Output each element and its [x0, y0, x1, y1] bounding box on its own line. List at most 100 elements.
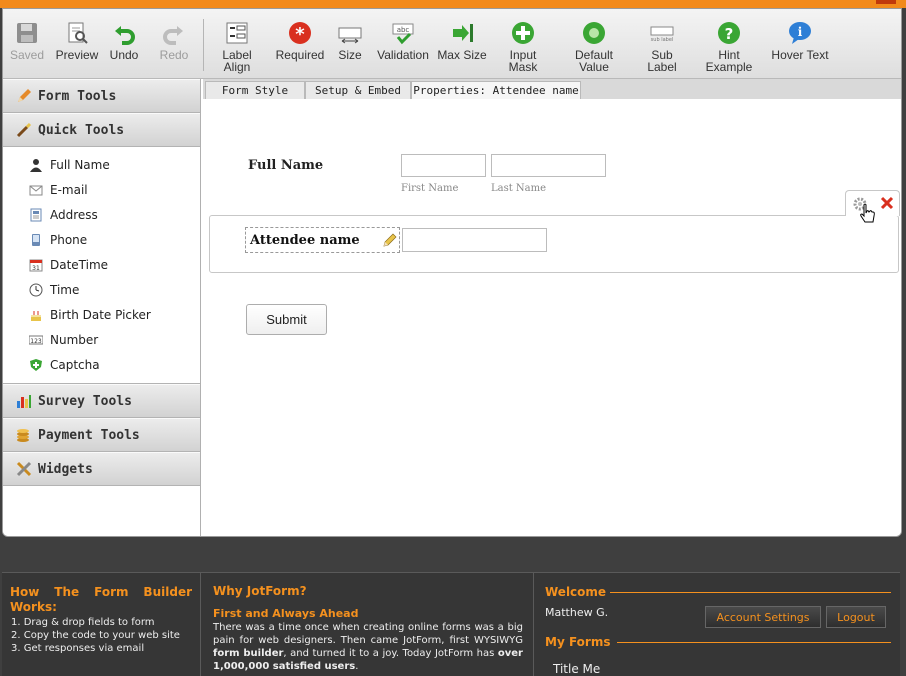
first-name-input[interactable] — [401, 154, 486, 177]
footer-user-name: Matthew G. — [545, 606, 609, 619]
tab-bar: Form Style Setup & Embed Properties: Att… — [203, 79, 901, 99]
validation-icon: abc — [392, 23, 414, 45]
quick-tool-label: Phone — [50, 232, 88, 247]
quick-tool-number[interactable]: 123 Number — [3, 327, 200, 352]
svg-text:sub label: sub label — [651, 37, 674, 43]
footer-how-it-works: How The Form Builder Works: 1. Drag & dr… — [2, 573, 201, 676]
footer-my-forms-title: My Forms — [545, 635, 611, 649]
person-icon — [30, 158, 42, 172]
footer-why-jotform: Why JotForm? First and Always Ahead Ther… — [202, 573, 534, 676]
envelope-icon — [29, 185, 43, 195]
toolbar-label: Required — [275, 48, 325, 62]
toolbar-sub-label-button[interactable]: sub label Sub Label — [635, 21, 689, 73]
footer-first-text: There was a time once when creating onli… — [213, 621, 523, 673]
quick-tool-label: Captcha — [50, 357, 100, 372]
wand-icon — [16, 122, 32, 138]
edit-pencil-icon[interactable] — [383, 233, 397, 247]
footer-text-part: . — [355, 661, 359, 672]
tab-label: Properties: Attendee name — [413, 84, 579, 97]
how-step: 2. Copy the code to your web site — [11, 630, 180, 641]
footer-text-part: There was a time once when creating onli… — [213, 622, 523, 646]
quick-tool-datetime[interactable]: 31 DateTime — [3, 252, 200, 277]
toolbar-hint-example-button[interactable]: ? Hint Example — [703, 21, 755, 73]
preview-icon — [68, 22, 88, 44]
toolbar-label: Hover Text — [771, 48, 829, 62]
quick-tool-captcha[interactable]: Captcha — [3, 352, 200, 377]
footer: How The Form Builder Works: 1. Drag & dr… — [2, 572, 900, 676]
toolbar-default-value-button[interactable]: Default Value — [569, 21, 619, 73]
submit-button[interactable]: Submit — [246, 304, 327, 335]
quick-tool-birth-date-picker[interactable]: Birth Date Picker — [3, 302, 200, 327]
phone-icon — [32, 233, 40, 246]
cake-icon — [31, 310, 41, 321]
input-mask-icon — [512, 22, 534, 44]
sidebar-header-label: Quick Tools — [38, 122, 125, 138]
first-name-sublabel: First Name — [401, 183, 459, 194]
footer-how-steps: 1. Drag & drop fields to form 2. Copy th… — [11, 616, 193, 655]
form-canvas: Full Name First Name Last Name Attendee … — [203, 99, 901, 536]
sub-label-icon: sub label — [650, 26, 674, 43]
tab-properties[interactable]: Properties: Attendee name — [411, 81, 581, 99]
quick-tool-label: Number — [50, 332, 99, 347]
attendee-name-label[interactable]: Attendee name — [245, 227, 400, 253]
sidebar-form-tools-header[interactable]: Form Tools — [3, 79, 200, 113]
toolbar-undo-button[interactable]: Undo — [107, 21, 141, 61]
quick-tool-time[interactable]: Time — [3, 277, 200, 302]
clock-icon — [29, 283, 43, 296]
tab-label: Form Style — [221, 84, 289, 97]
address-icon — [30, 208, 42, 221]
quick-tool-label: Birth Date Picker — [50, 307, 151, 322]
toolbar-label: Saved — [9, 48, 45, 62]
quick-tool-email[interactable]: E-mail — [3, 177, 200, 202]
window-close-corner[interactable] — [876, 0, 896, 4]
sidebar-quick-tools-header[interactable]: Quick Tools — [3, 113, 200, 147]
toolbar-saved-button[interactable]: Saved — [7, 21, 47, 61]
undo-icon — [115, 26, 135, 45]
sidebar-header-label: Payment Tools — [38, 427, 140, 443]
svg-text:?: ? — [725, 25, 734, 43]
quick-tool-full-name[interactable]: Full Name — [3, 152, 200, 177]
toolbar-max-size-button[interactable]: Max Size — [437, 21, 487, 61]
toolbar-input-mask-button[interactable]: Input Mask — [495, 21, 551, 73]
svg-text:*: * — [295, 24, 305, 45]
logout-button[interactable]: Logout — [826, 606, 886, 628]
account-settings-button[interactable]: Account Settings — [705, 606, 821, 628]
last-name-input[interactable] — [491, 154, 606, 177]
tab-setup-embed[interactable]: Setup & Embed — [305, 81, 411, 99]
tab-form-style[interactable]: Form Style — [205, 81, 305, 99]
footer-text-bold: form builder — [213, 648, 284, 659]
full-name-label: Full Name — [248, 158, 324, 173]
quick-tool-phone[interactable]: Phone — [3, 227, 200, 252]
quick-tools-list: Full Name E-mail Address Phone 31 DateTi… — [3, 147, 200, 384]
quick-tool-label: Full Name — [50, 157, 110, 172]
toolbar-size-button[interactable]: Size — [335, 21, 365, 61]
toolbar-required-button[interactable]: * Required — [275, 21, 325, 61]
how-step: 1. Drag & drop fields to form — [11, 617, 155, 628]
label-align-icon — [226, 22, 248, 44]
my-forms-divider — [617, 642, 891, 643]
toolbar-hover-text-button[interactable]: i Hover Text — [769, 21, 831, 61]
quick-tool-address[interactable]: Address — [3, 202, 200, 227]
toolbar-label: Input Mask — [508, 48, 538, 74]
toolbar: Saved Preview Undo Redo Label Align * Re… — [3, 9, 901, 79]
sidebar-payment-tools-header[interactable]: Payment Tools — [3, 418, 200, 452]
sidebar-header-label: Widgets — [38, 461, 93, 477]
footer-why-title: Why JotForm? — [213, 584, 307, 598]
welcome-divider — [610, 592, 891, 593]
toolbar-preview-button[interactable]: Preview — [55, 21, 99, 61]
sidebar: Form Tools Quick Tools Full Name E-mail … — [3, 79, 201, 536]
toolbar-validation-button[interactable]: abc Validation — [377, 21, 429, 61]
delete-icon[interactable] — [880, 196, 894, 210]
my-form-item[interactable]: Title Me — [553, 663, 600, 676]
toolbar-redo-button[interactable]: Redo — [157, 21, 191, 61]
sidebar-widgets-header[interactable]: Widgets — [3, 452, 200, 486]
calendar-icon: 31 — [29, 259, 43, 272]
attendee-name-input[interactable] — [402, 228, 547, 252]
last-name-sublabel: Last Name — [491, 183, 547, 194]
default-value-icon — [583, 22, 605, 44]
hover-text-icon: i — [789, 22, 811, 44]
sidebar-survey-tools-header[interactable]: Survey Tools — [3, 384, 200, 418]
footer-how-title: How The Form Builder Works: — [10, 585, 192, 614]
toolbar-label: Redo — [159, 48, 189, 62]
toolbar-label-align-button[interactable]: Label Align — [209, 21, 265, 73]
